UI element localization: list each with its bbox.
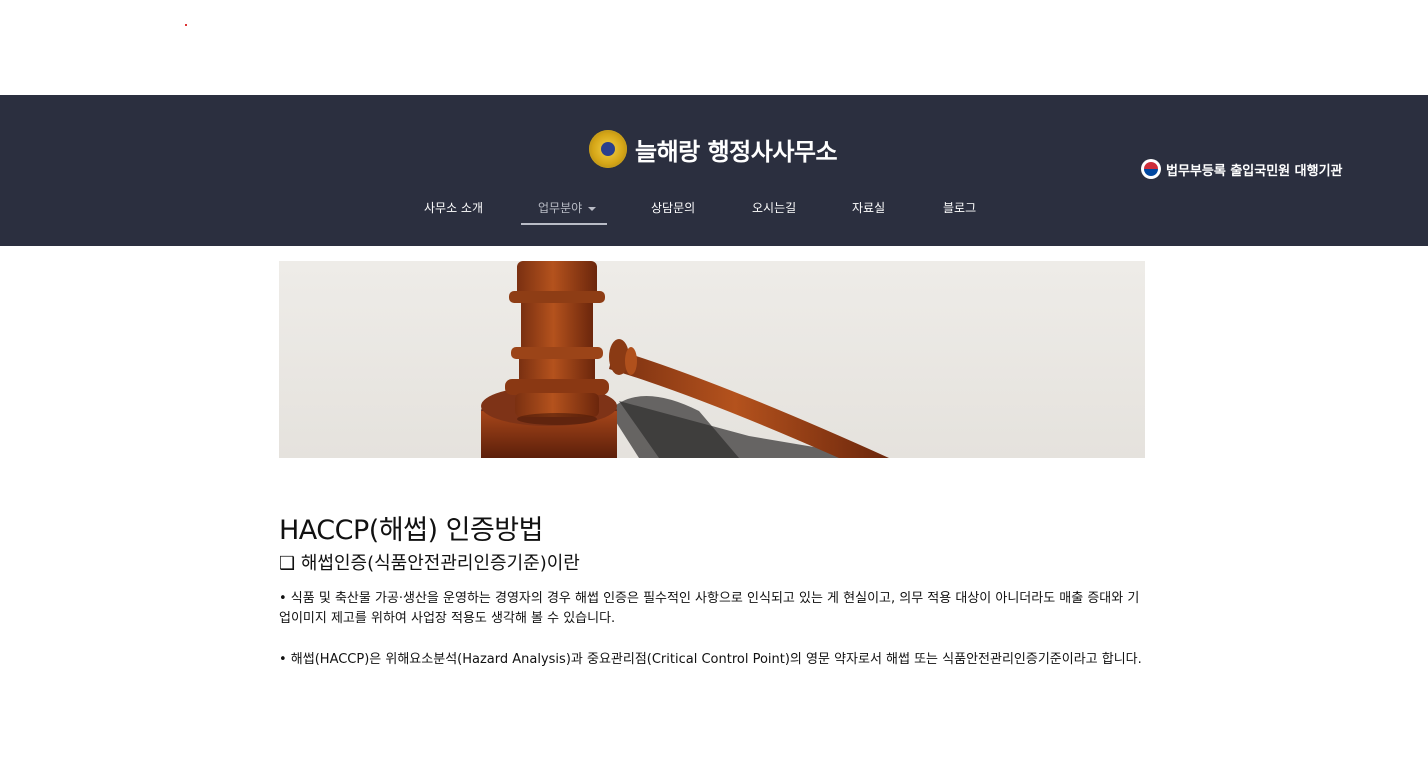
- nav-item-blog[interactable]: 블로그: [943, 199, 976, 216]
- nav-item-consult[interactable]: 상담문의: [651, 199, 695, 216]
- judge-gavel-image: [481, 261, 889, 458]
- gold-emblem-icon: [589, 130, 627, 168]
- section-heading: ❑ 해썹인증(식품안전관리인증기준)이란: [279, 553, 580, 574]
- nav-item-about[interactable]: 사무소 소개: [424, 199, 483, 216]
- registration-badge: 법무부등록 출입국민원 대행기관: [1141, 159, 1343, 179]
- brand-logo[interactable]: 늘해랑 행정사사무소: [589, 130, 838, 168]
- main-nav: 사무소 소개 업무분야 상담문의 오시는길 자료실 블로그: [0, 199, 1428, 227]
- page-title: HACCP(해썹) 인증방법: [279, 515, 543, 547]
- paragraph-haccp-importance: • 식품 및 축산물 가공·생산을 운영하는 경영자의 경우 해썹 인증은 필수…: [279, 591, 1140, 626]
- badge-text: 법무부등록 출입국민원 대행기관: [1166, 163, 1343, 179]
- decorative-dot: [185, 24, 187, 26]
- taegeuk-icon: [1141, 159, 1161, 179]
- nav-item-services[interactable]: 업무분야: [538, 199, 597, 216]
- hero-gavel-image: [279, 261, 1145, 458]
- caret-down-icon: [588, 206, 597, 211]
- nav-item-resources[interactable]: 자료실: [852, 199, 885, 216]
- nav-item-location[interactable]: 오시는길: [752, 199, 796, 216]
- site-header: 늘해랑 행정사사무소 사무소 소개 업무분야 상담문의 오시는길 자료실 블로그…: [0, 95, 1428, 246]
- top-strip: [0, 0, 1428, 95]
- nav-active-underline: [521, 223, 607, 225]
- nav-item-services-label: 업무분야: [538, 201, 583, 215]
- paragraph-haccp-definition: • 해썹(HACCP)은 위해요소분석(Hazard Analysis)과 중요…: [279, 652, 1142, 667]
- brand-name: 늘해랑 행정사사무소: [635, 137, 838, 166]
